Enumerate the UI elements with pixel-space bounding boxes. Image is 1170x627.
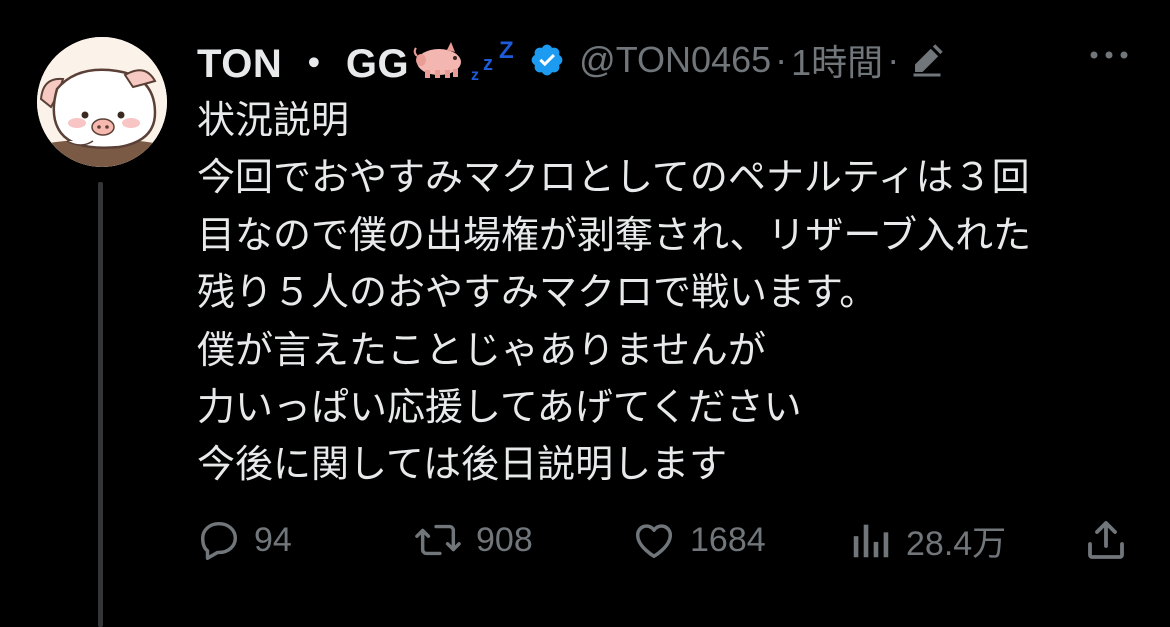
avatar[interactable] bbox=[37, 37, 167, 167]
zzz-icon: z z Z bbox=[469, 36, 519, 84]
more-dots-icon[interactable] bbox=[1086, 43, 1132, 67]
user-handle[interactable]: @TON0465 bbox=[579, 39, 771, 81]
edit-pencil-icon[interactable] bbox=[909, 42, 945, 78]
like-button[interactable]: 1684 bbox=[630, 510, 766, 570]
heart-icon bbox=[635, 524, 673, 559]
tweet-text: 状況説明 今回でおやすみマクロとしてのペナルティは３回 目なので僕の出場権が剥奪… bbox=[197, 92, 1157, 494]
tweet-text-line: 今回でおやすみマクロとしてのペナルティは３回 bbox=[197, 155, 1030, 200]
share-button[interactable] bbox=[1082, 510, 1130, 570]
tweet-text-line: 目なので僕の出場権が剥奪され、リザーブ入れた bbox=[197, 212, 1032, 257]
pig-icon bbox=[411, 40, 467, 80]
display-name[interactable]: TON ・ GG bbox=[197, 31, 409, 89]
tweet-text-line: 今後に関しては後日説明します bbox=[197, 442, 728, 487]
tweet-text-line: 僕が言えたことじゃありませんが bbox=[197, 327, 766, 372]
reply-icon bbox=[200, 521, 238, 560]
separator-dot: · bbox=[887, 39, 900, 80]
svg-text:z: z bbox=[471, 67, 479, 84]
views-button[interactable]: 28.4万 bbox=[848, 510, 1006, 570]
retweet-button[interactable]: 908 bbox=[412, 510, 533, 570]
retweet-icon bbox=[415, 524, 461, 556]
verified-badge-icon[interactable] bbox=[529, 42, 565, 78]
separator-dot: · bbox=[775, 39, 788, 80]
tweet-text-line: 残り５人のおやすみマクロで戦います。 bbox=[197, 270, 878, 315]
tweet-header: TON ・ GG z z Z @TON0465 · 1時間 · bbox=[197, 30, 945, 90]
reply-button[interactable]: 94 bbox=[196, 510, 292, 570]
views-count: 28.4万 bbox=[906, 524, 1007, 563]
svg-text:Z: Z bbox=[499, 37, 514, 64]
views-icon bbox=[853, 524, 889, 558]
reply-count: 94 bbox=[254, 520, 292, 559]
retweet-count: 908 bbox=[476, 520, 533, 559]
timestamp[interactable]: 1時間 bbox=[791, 34, 883, 86]
tweet-text-line: 状況説明 bbox=[197, 98, 350, 142]
svg-text:z: z bbox=[483, 53, 493, 75]
pig-avatar-icon bbox=[37, 37, 167, 167]
action-bar: 94 908 1684 28.4万 bbox=[0, 510, 1170, 570]
share-icon bbox=[1088, 521, 1124, 559]
like-count: 1684 bbox=[690, 520, 766, 559]
tweet-text-line: 力いっぱい応援してあげてください bbox=[197, 385, 802, 430]
